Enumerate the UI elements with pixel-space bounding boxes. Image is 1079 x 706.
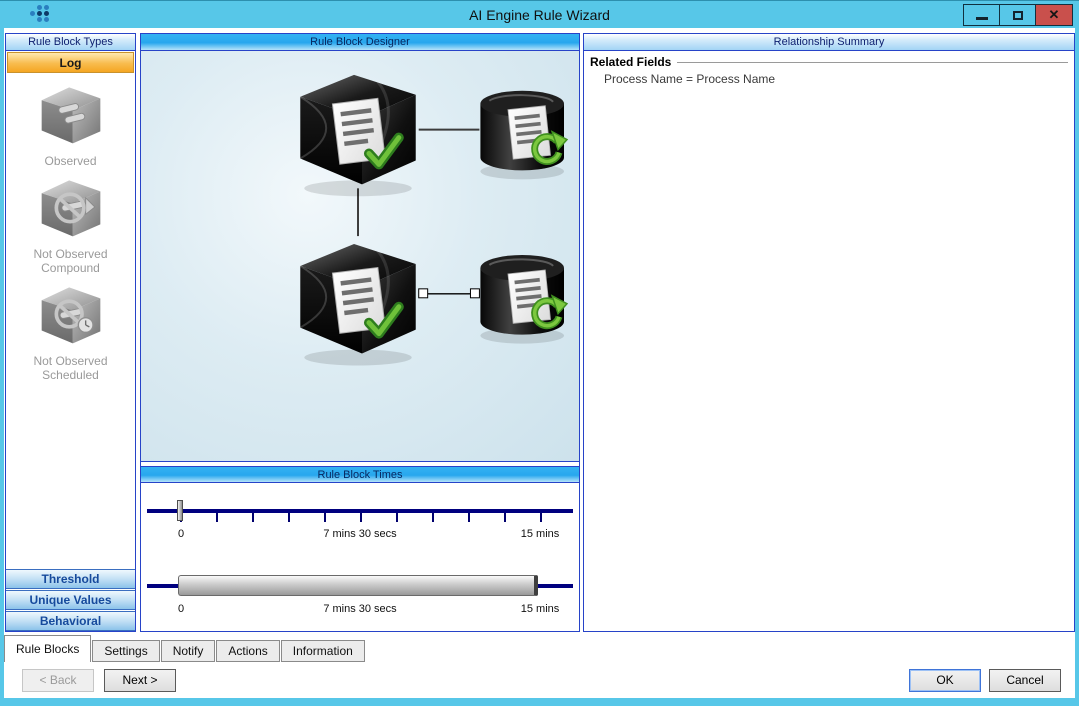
slider-label-min: 0 bbox=[177, 603, 185, 615]
behavioral-category-button[interactable]: Behavioral bbox=[6, 611, 135, 631]
minimize-icon bbox=[975, 16, 988, 20]
related-field-mapping: Process Name = Process Name bbox=[604, 72, 776, 86]
minimize-button[interactable] bbox=[964, 5, 1000, 25]
category-buttons: Threshold Unique Values Behavioral bbox=[6, 568, 135, 631]
window-title: AI Engine Rule Wizard bbox=[469, 7, 610, 23]
rule-block-type-label: Not Observed Compound bbox=[33, 247, 108, 275]
slider-label-max: 15 mins bbox=[520, 603, 560, 615]
time-slider-handle[interactable] bbox=[177, 500, 183, 521]
wizard-footer: < Back Next > OK Cancel bbox=[4, 662, 1075, 698]
rule-block-type-label: Observed bbox=[44, 154, 97, 168]
slider-label-min: 0 bbox=[177, 528, 185, 540]
threshold-category-button[interactable]: Threshold bbox=[6, 569, 135, 589]
slider-label-mid: 7 mins 30 secs bbox=[323, 603, 397, 615]
rule-block-type-label: Not Observed Scheduled bbox=[33, 354, 108, 382]
not-observed-compound-cube-icon bbox=[41, 180, 100, 237]
log-observed-block-node-2[interactable] bbox=[299, 244, 416, 366]
close-icon: ✕ bbox=[1048, 7, 1060, 22]
tab-notify[interactable]: Notify bbox=[160, 640, 216, 662]
range-slider-bar[interactable] bbox=[178, 575, 538, 596]
rule-block-type-not-observed-scheduled[interactable]: Not Observed Scheduled bbox=[7, 275, 134, 382]
tab-actions[interactable]: Actions bbox=[216, 640, 280, 662]
link-handle[interactable] bbox=[418, 288, 429, 299]
related-fields-title: Related Fields bbox=[590, 55, 672, 69]
tab-information[interactable]: Information bbox=[280, 640, 365, 662]
tab-rule-blocks[interactable]: Rule Blocks bbox=[4, 635, 92, 662]
ok-button[interactable]: OK bbox=[909, 668, 981, 692]
slider-label-mid: 7 mins 30 secs bbox=[323, 528, 397, 540]
relationship-summary-panel: Relationship Summary Related Fields Proc… bbox=[583, 33, 1075, 632]
rule-block-designer-panel: Rule Block Designer Rule Block Times 0 7… bbox=[140, 33, 580, 632]
maximize-icon bbox=[1012, 10, 1023, 20]
rule-block-designer-canvas[interactable] bbox=[141, 51, 579, 462]
document-icon bbox=[331, 97, 386, 165]
relationship-summary-header: Relationship Summary bbox=[584, 34, 1074, 51]
wizard-tabstrip: Rule Blocks Settings Notify Actions Info… bbox=[4, 633, 1075, 662]
slider-label-max: 15 mins bbox=[520, 528, 560, 540]
relationship-summary-content: Related Fields Process Name = Process Na… bbox=[584, 51, 1074, 86]
rule-block-times-area: 0 7 mins 30 secs 15 mins 0 7 mins 30 sec… bbox=[141, 484, 579, 631]
link-handle[interactable] bbox=[469, 288, 480, 299]
rule-block-types-panel: Rule Block Types Log Observed Not Observ… bbox=[5, 33, 136, 632]
document-icon bbox=[331, 266, 386, 334]
rule-block-designer-header: Rule Block Designer bbox=[141, 34, 579, 51]
rule-block-times-header: Rule Block Times bbox=[141, 466, 579, 483]
cancel-button[interactable]: Cancel bbox=[989, 668, 1061, 692]
back-button[interactable]: < Back bbox=[22, 668, 94, 692]
rule-block-type-observed[interactable]: Observed bbox=[7, 75, 134, 168]
maximize-button[interactable] bbox=[1000, 5, 1036, 25]
section-divider bbox=[677, 62, 1068, 63]
not-observed-scheduled-cube-icon bbox=[41, 287, 100, 344]
log-observed-block-node-1[interactable] bbox=[299, 74, 416, 197]
wizard-body: Rule Block Types Log Observed Not Observ… bbox=[4, 28, 1075, 698]
log-source-node-1[interactable] bbox=[480, 90, 569, 180]
document-icon bbox=[507, 105, 551, 160]
tab-settings[interactable]: Settings bbox=[92, 640, 160, 662]
next-button[interactable]: Next > bbox=[104, 668, 176, 692]
log-source-node-2[interactable] bbox=[480, 255, 569, 344]
document-icon bbox=[507, 269, 551, 324]
rule-block-types-header: Rule Block Types bbox=[6, 34, 135, 51]
rule-block-type-list: Observed Not Observed Compound Not Obser… bbox=[7, 75, 134, 565]
titlebar: AI Engine Rule Wizard ✕ bbox=[0, 0, 1079, 28]
unique-values-category-button[interactable]: Unique Values bbox=[6, 590, 135, 610]
observed-cube-icon bbox=[41, 87, 100, 144]
close-button[interactable]: ✕ bbox=[1036, 5, 1072, 25]
rule-block-type-not-observed-compound[interactable]: Not Observed Compound bbox=[7, 168, 134, 275]
log-category-button[interactable]: Log bbox=[7, 52, 134, 73]
window-controls: ✕ bbox=[963, 4, 1073, 26]
